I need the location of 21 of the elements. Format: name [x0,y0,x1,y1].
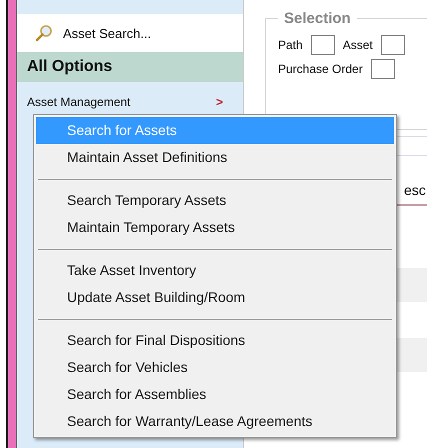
menu-item[interactable]: Search for Final Dispositions [36,327,394,354]
menu-item[interactable]: Search for Vehicles [36,354,394,381]
all-options-header: All Options [17,52,243,82]
asset-search-link[interactable]: Asset Search... [63,26,152,40]
search-icon [35,24,53,42]
field-label: Asset [342,38,373,52]
purchase-order-field[interactable] [370,59,395,79]
menu-item[interactable]: Search for Warranty/Lease Agreements [36,408,394,435]
menu-item[interactable]: Maintain Asset Definitions [36,144,394,171]
asset-management-item[interactable]: Asset Management > [17,88,243,116]
menu-item[interactable]: Search Temporary Assets [36,187,394,214]
selection-title: Selection [283,10,352,27]
asset-field[interactable] [380,35,405,55]
field-label: Path [278,38,303,52]
menu-item[interactable]: Take Asset Inventory [36,257,394,284]
column-header: esc [404,182,426,198]
path-field[interactable] [310,35,335,55]
menu-item[interactable]: Update Asset Building/Room [36,284,394,311]
menu-item[interactable]: Search for Assemblies [36,381,394,408]
field-label: Purchase Order [278,62,363,76]
menu-item[interactable]: Maintain Temporary Assets [36,214,394,241]
